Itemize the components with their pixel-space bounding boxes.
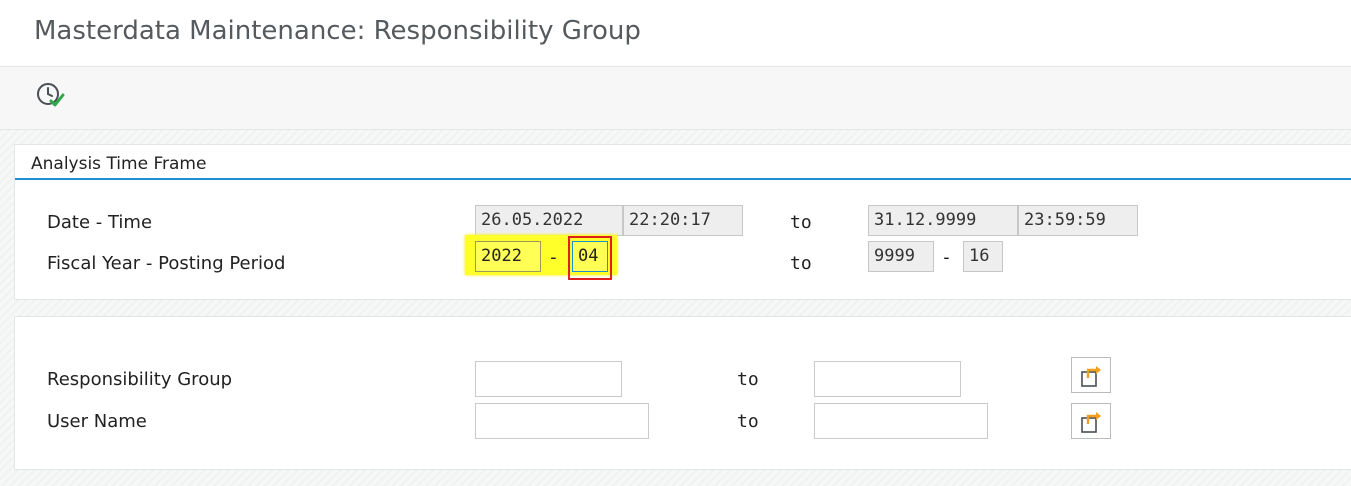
- date-to-label: to: [790, 212, 812, 233]
- multiple-selection-icon: [1081, 412, 1101, 433]
- to-time-field[interactable]: 23:59:59: [1018, 205, 1138, 236]
- posting-period-from-field[interactable]: 04: [572, 241, 608, 272]
- responsibility-group-from-field[interactable]: [475, 361, 622, 397]
- user-name-multiple-selection-button[interactable]: [1071, 403, 1111, 439]
- fiscal-to-separator: -: [941, 247, 952, 268]
- multiple-selection-icon: [1081, 366, 1101, 387]
- responsibility-group-to-label: to: [737, 369, 759, 390]
- to-date-field[interactable]: 31.12.9999: [868, 205, 1018, 236]
- user-name-to-field[interactable]: [814, 403, 988, 439]
- fiscal-year-period-label: Fiscal Year - Posting Period: [47, 253, 286, 274]
- application-toolbar: [0, 67, 1351, 130]
- fiscal-year-to-field[interactable]: 9999: [868, 241, 934, 272]
- user-name-to-label: to: [737, 411, 759, 432]
- from-time-field[interactable]: 22:20:17: [623, 205, 743, 236]
- group-header: Analysis Time Frame: [15, 145, 1351, 180]
- user-name-label: User Name: [47, 411, 147, 432]
- group-title: Analysis Time Frame: [31, 154, 207, 174]
- page-title: Masterdata Maintenance: Responsibility G…: [34, 16, 641, 46]
- title-bar: Masterdata Maintenance: Responsibility G…: [0, 0, 1351, 67]
- user-name-from-field[interactable]: [475, 403, 649, 439]
- analysis-time-frame-group: Analysis Time Frame Date - Time 26.05.20…: [14, 144, 1351, 300]
- execute-button[interactable]: [34, 79, 70, 111]
- date-time-label: Date - Time: [47, 212, 153, 233]
- from-date-field[interactable]: 26.05.2022: [475, 205, 623, 236]
- selection-group: Responsibility Group to User Name to: [14, 316, 1351, 470]
- execute-clock-check-icon: [37, 83, 65, 107]
- responsibility-group-multiple-selection-button[interactable]: [1071, 357, 1111, 393]
- fiscal-separator: -: [548, 247, 559, 268]
- posting-period-to-field[interactable]: 16: [963, 241, 1003, 272]
- fiscal-year-from-field[interactable]: 2022: [475, 241, 541, 272]
- selection-screen: Analysis Time Frame Date - Time 26.05.20…: [0, 130, 1351, 486]
- responsibility-group-label: Responsibility Group: [47, 369, 233, 390]
- responsibility-group-to-field[interactable]: [814, 361, 961, 397]
- fiscal-to-label: to: [790, 253, 812, 274]
